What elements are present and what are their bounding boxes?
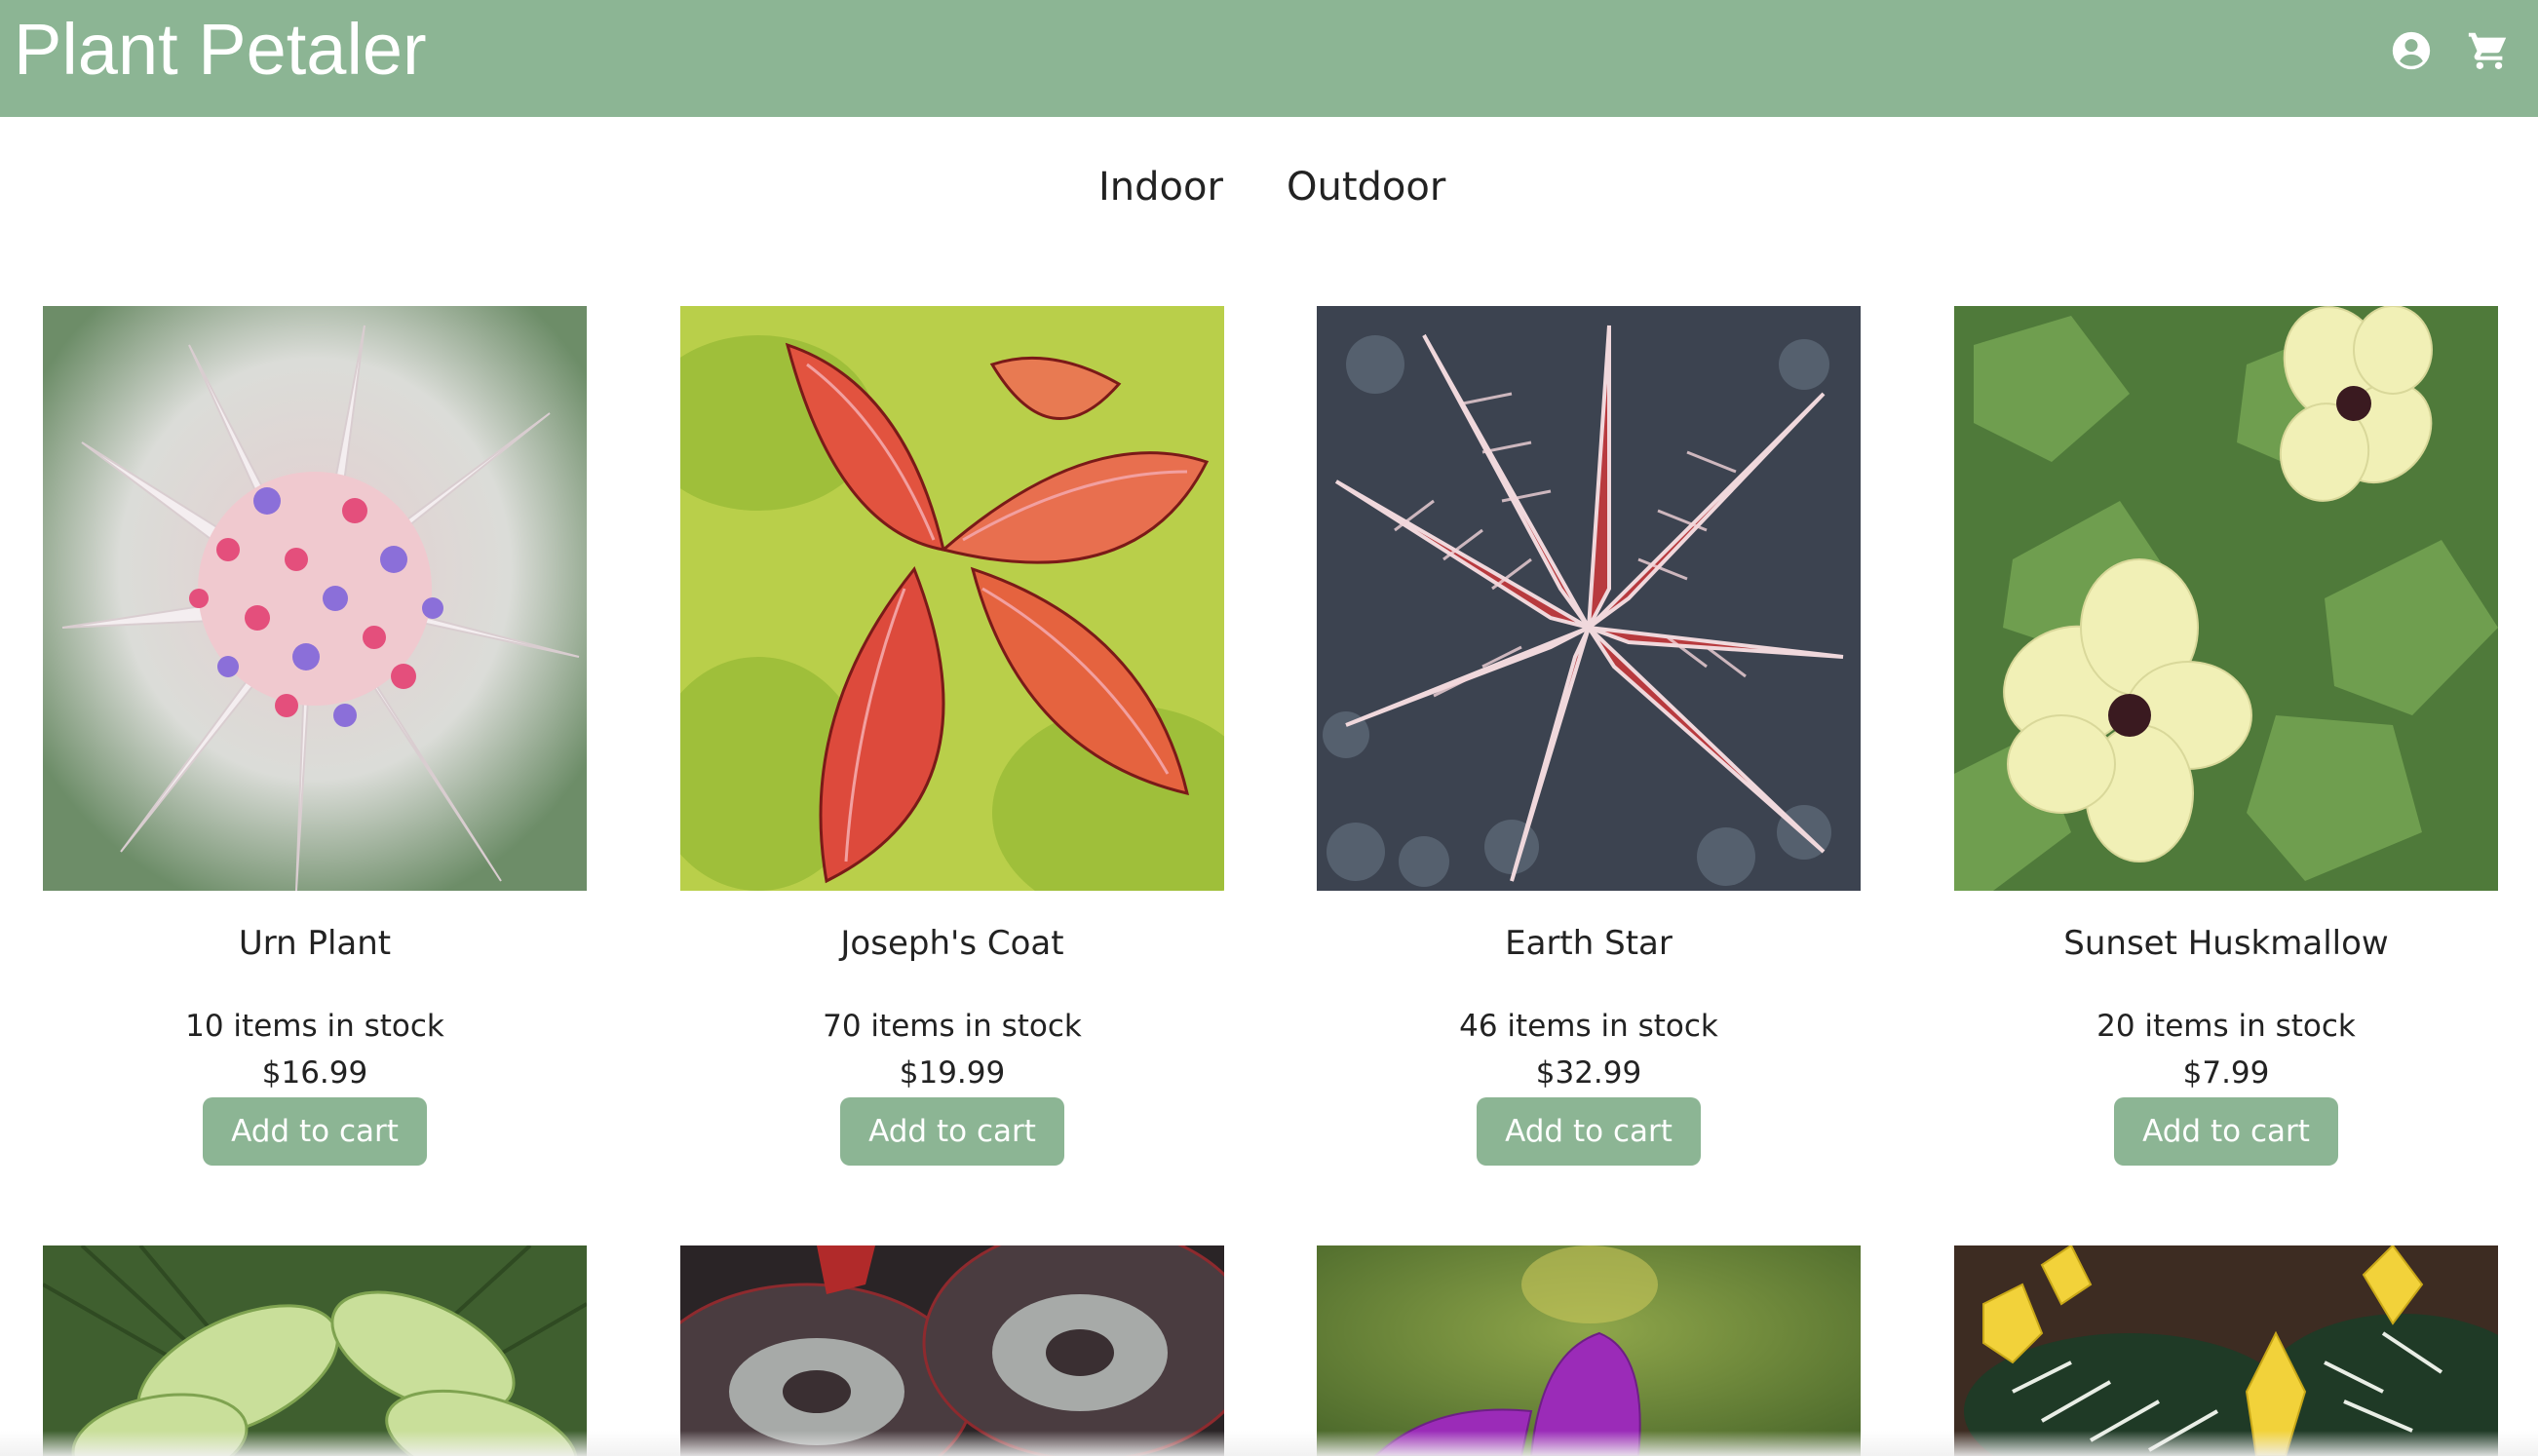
brand-logo[interactable]: Plant Petaler — [14, 4, 427, 96]
product-image-josephs-coat[interactable] — [680, 306, 1224, 891]
product-image-dieffenbachia[interactable] — [43, 1245, 587, 1456]
product-image-sunset-huskmallow[interactable] — [1954, 306, 2498, 891]
nav-indoor[interactable]: Indoor — [1098, 160, 1223, 214]
product-stock: 46 items in stock — [1459, 1009, 1718, 1044]
product-name[interactable]: Urn Plant — [43, 922, 587, 965]
shopping-cart-icon[interactable] — [2466, 28, 2511, 73]
product-image-zebra-plant[interactable] — [1954, 1245, 2498, 1456]
product-card: Urn Plant 10 items in stock $16.99 Add t… — [43, 306, 587, 1173]
add-to-cart-button[interactable]: Add to cart — [2114, 1097, 2338, 1166]
product-stock: 10 items in stock — [185, 1009, 444, 1044]
product-price: $32.99 — [1535, 1055, 1642, 1091]
product-card — [1317, 1245, 1861, 1456]
scroll-fade — [0, 1431, 2538, 1456]
add-to-cart-button[interactable]: Add to cart — [1477, 1097, 1701, 1166]
category-nav: Indoor Outdoor — [0, 156, 2538, 224]
product-image-urn-plant[interactable] — [43, 306, 587, 891]
product-name[interactable]: Sunset Huskmallow — [1954, 922, 2498, 965]
product-card: Earth Star 46 items in stock $32.99 Add … — [1317, 306, 1861, 1173]
product-card: Sunset Huskmallow 20 items in stock $7.9… — [1954, 306, 2498, 1173]
product-stock: 70 items in stock — [823, 1009, 1082, 1044]
add-to-cart-button[interactable]: Add to cart — [840, 1097, 1064, 1166]
product-price: $16.99 — [261, 1055, 368, 1091]
product-name[interactable]: Earth Star — [1317, 922, 1861, 965]
product-card — [680, 1245, 1224, 1456]
product-image-purple-flower[interactable] — [1317, 1245, 1861, 1456]
nav-outdoor[interactable]: Outdoor — [1287, 160, 1445, 214]
product-price: $7.99 — [2182, 1055, 2270, 1091]
site-header: Plant Petaler — [0, 0, 2538, 117]
product-image-earth-star[interactable] — [1317, 306, 1861, 891]
product-card — [43, 1245, 587, 1456]
product-stock: 20 items in stock — [2096, 1009, 2356, 1044]
product-price: $19.99 — [899, 1055, 1006, 1091]
add-to-cart-button[interactable]: Add to cart — [203, 1097, 427, 1166]
product-card — [1954, 1245, 2498, 1456]
product-card: Joseph's Coat 70 items in stock $19.99 A… — [680, 306, 1224, 1173]
account-circle-icon[interactable] — [2389, 28, 2434, 73]
product-image-rex-begonia[interactable] — [680, 1245, 1224, 1456]
product-name[interactable]: Joseph's Coat — [680, 922, 1224, 965]
